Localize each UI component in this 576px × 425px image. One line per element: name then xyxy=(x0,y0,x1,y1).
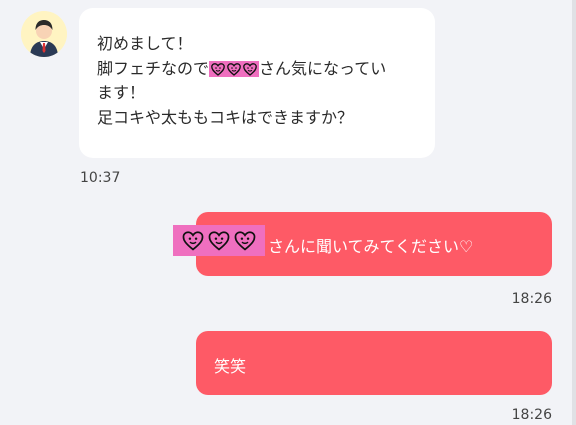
message-text: さん気になってい xyxy=(259,58,387,78)
avatar[interactable] xyxy=(21,11,67,57)
incoming-message-bubble[interactable]: 初めまして！ 脚フェチなので さん気になってい ます！ 足コキや太ももコキはでき… xyxy=(79,8,435,158)
message-text: 脚フェチなので xyxy=(97,58,210,78)
heart-face-icon xyxy=(208,230,230,251)
message-timestamp: 10:37 xyxy=(80,170,121,186)
message-line: 脚フェチなので さん気になってい xyxy=(97,57,417,82)
heart-face-icon xyxy=(182,230,204,251)
message-timestamp: 18:26 xyxy=(511,291,552,307)
scrollbar[interactable] xyxy=(572,0,576,425)
message-text: 笑笑 xyxy=(214,357,247,376)
message-timestamp: 18:26 xyxy=(511,407,552,423)
outgoing-message-bubble[interactable]: 笑笑 xyxy=(196,331,552,395)
message-line: ます！ xyxy=(97,83,146,102)
heart-face-icon xyxy=(211,62,225,76)
redacted-name xyxy=(173,225,265,256)
message-line: 足コキや太ももコキはできますか？ xyxy=(97,107,354,127)
message-text: さんに聞いてみてください♡ xyxy=(268,237,474,256)
chat-thread: 初めまして！ 脚フェチなので さん気になってい ます！ 足コキや太ももコキはでき… xyxy=(0,0,576,425)
heart-face-icon xyxy=(234,230,256,251)
redacted-name xyxy=(209,61,260,77)
message-line: 初めまして！ xyxy=(97,34,193,53)
heart-face-icon xyxy=(227,62,241,76)
avatar-man-icon xyxy=(21,11,67,57)
heart-face-icon xyxy=(243,62,257,76)
